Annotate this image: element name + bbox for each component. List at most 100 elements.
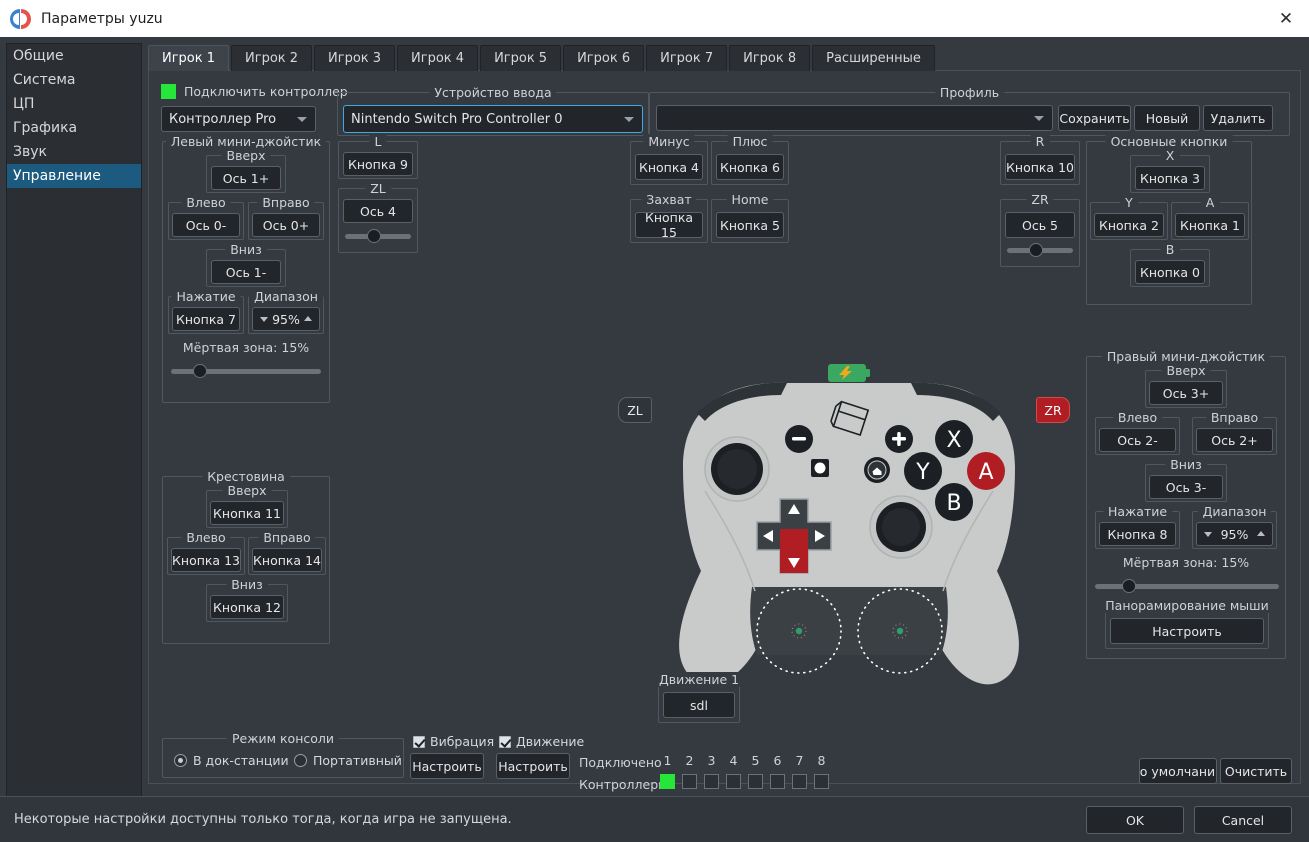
sidebar-item-system[interactable]: Система bbox=[7, 68, 141, 92]
profile-save-button[interactable]: Сохранить bbox=[1058, 105, 1131, 131]
zl-button[interactable]: Ось 4 bbox=[343, 199, 413, 223]
motion-label: Движение bbox=[516, 734, 585, 749]
left-stick-left-label: Влево bbox=[181, 195, 231, 210]
face-y-label: Y bbox=[1120, 195, 1138, 210]
left-stick-left-button[interactable]: Ось 0- bbox=[172, 213, 240, 237]
settings-category-list[interactable]: Общие Система ЦП Графика Звук Управление bbox=[6, 43, 142, 798]
dpad-left-label: Влево bbox=[181, 530, 231, 545]
vibration-configure-button[interactable]: Настроить bbox=[410, 753, 484, 779]
zr-threshold-slider[interactable] bbox=[1007, 243, 1073, 257]
left-stick-range-value: 95% bbox=[272, 311, 300, 327]
right-stick-down-button[interactable]: Ось 3- bbox=[1149, 475, 1223, 499]
face-x-button[interactable]: Кнопка 3 bbox=[1135, 166, 1205, 190]
left-stick-group: Левый мини-джойстик Вверх Ось 1+ Влево О… bbox=[162, 134, 330, 403]
mouse-pan-configure-button[interactable]: Настроить bbox=[1110, 618, 1264, 644]
spin-up-icon[interactable] bbox=[304, 316, 312, 321]
left-stick-deadzone-slider[interactable] bbox=[171, 364, 321, 378]
tab-player-4[interactable]: Игрок 4 bbox=[397, 45, 479, 71]
console-mode-docked-label: В док-станции bbox=[193, 753, 289, 768]
left-stick-press-button[interactable]: Кнопка 7 bbox=[172, 307, 240, 331]
right-stick-left-button[interactable]: Ось 2- bbox=[1099, 428, 1176, 452]
port-indicator-8[interactable] bbox=[814, 774, 829, 789]
controller-connected-indicator[interactable] bbox=[161, 84, 176, 99]
right-stick-deadzone-slider[interactable] bbox=[1095, 579, 1279, 593]
controller-type-combo[interactable]: Контроллер Pro bbox=[161, 106, 316, 132]
tab-player-2[interactable]: Игрок 2 bbox=[231, 45, 313, 71]
face-y-button[interactable]: Кнопка 2 bbox=[1094, 213, 1164, 237]
close-icon[interactable]: ✕ bbox=[1263, 0, 1309, 37]
ok-button[interactable]: OK bbox=[1086, 806, 1184, 834]
tab-player-1[interactable]: Игрок 1 bbox=[148, 45, 230, 71]
pad-zr-overlay-label: ZR bbox=[1036, 397, 1070, 423]
sidebar-item-controls[interactable]: Управление bbox=[7, 164, 141, 188]
vibration-checkbox[interactable]: Вибрация bbox=[413, 734, 494, 749]
port-number-1: 1 bbox=[663, 753, 672, 768]
mouse-pan-label: Панорамирование мыши bbox=[1100, 598, 1274, 613]
face-x-label: X bbox=[1160, 148, 1180, 163]
tab-player-6[interactable]: Игрок 6 bbox=[563, 45, 645, 71]
input-device-combo[interactable]: Nintendo Switch Pro Controller 0 bbox=[343, 105, 643, 133]
left-stick-press-label: Нажатие bbox=[171, 289, 241, 304]
tab-advanced[interactable]: Расширенные bbox=[812, 45, 935, 71]
left-stick-up-button[interactable]: Ось 1+ bbox=[211, 166, 281, 190]
profile-combo[interactable] bbox=[656, 105, 1053, 131]
sidebar-item-general[interactable]: Общие bbox=[7, 44, 141, 68]
clear-all-button[interactable]: Очистить bbox=[1220, 758, 1292, 784]
home-button[interactable]: Кнопка 5 bbox=[716, 212, 784, 238]
pad-face-y-glyph: Y bbox=[915, 460, 930, 485]
profile-new-button[interactable]: Новый bbox=[1134, 105, 1200, 131]
spin-down-icon[interactable] bbox=[1204, 532, 1212, 537]
port-number-7: 7 bbox=[795, 753, 804, 768]
tab-player-3[interactable]: Игрок 3 bbox=[314, 45, 396, 71]
console-mode-docked-radio[interactable]: В док-станции bbox=[174, 753, 289, 768]
dpad-down-button[interactable]: Кнопка 12 bbox=[210, 595, 284, 619]
sidebar-item-graphics[interactable]: Графика bbox=[7, 116, 141, 140]
console-mode-handheld-radio[interactable]: Портативный bbox=[294, 753, 402, 768]
port-indicator-2[interactable] bbox=[682, 774, 697, 789]
sidebar-item-audio[interactable]: Звук bbox=[7, 140, 141, 164]
face-b-button[interactable]: Кнопка 0 bbox=[1135, 260, 1205, 284]
player-tabs[interactable]: Игрок 1 Игрок 2 Игрок 3 Игрок 4 Игрок 5 … bbox=[148, 43, 1301, 71]
tab-player-5[interactable]: Игрок 5 bbox=[480, 45, 562, 71]
right-stick-press-button[interactable]: Кнопка 8 bbox=[1099, 522, 1176, 546]
plus-button[interactable]: Кнопка 6 bbox=[716, 154, 784, 180]
right-stick-right-button[interactable]: Ось 2+ bbox=[1196, 428, 1273, 452]
l-button[interactable]: Кнопка 9 bbox=[343, 152, 413, 176]
spin-down-icon[interactable] bbox=[260, 317, 268, 322]
dpad-up-button[interactable]: Кнопка 11 bbox=[210, 501, 284, 525]
console-mode-handheld-label: Портативный bbox=[313, 753, 402, 768]
right-stick-up-button[interactable]: Ось 3+ bbox=[1149, 381, 1223, 405]
pad-zl-overlay-label: ZL bbox=[618, 397, 652, 423]
restore-defaults-button[interactable]: По умолчанию bbox=[1139, 758, 1217, 784]
port-indicator-1[interactable] bbox=[660, 774, 675, 789]
dpad-right-button[interactable]: Кнопка 14 bbox=[252, 548, 322, 572]
profile-delete-button[interactable]: Удалить bbox=[1203, 105, 1273, 131]
capture-button[interactable]: Кнопка 15 bbox=[635, 210, 703, 240]
port-indicator-6[interactable] bbox=[770, 774, 785, 789]
port-indicator-5[interactable] bbox=[748, 774, 763, 789]
left-stick-down-button[interactable]: Ось 1- bbox=[211, 260, 281, 284]
right-stick-range-spinbox[interactable]: 95% bbox=[1196, 522, 1273, 546]
tab-player-7[interactable]: Игрок 7 bbox=[646, 45, 728, 71]
port-indicator-4[interactable] bbox=[726, 774, 741, 789]
sidebar-item-cpu[interactable]: ЦП bbox=[7, 92, 141, 116]
left-stick-range-spinbox[interactable]: 95% bbox=[252, 307, 320, 331]
zr-button[interactable]: Ось 5 bbox=[1005, 212, 1075, 238]
spin-up-icon[interactable] bbox=[1257, 531, 1265, 536]
face-a-button[interactable]: Кнопка 1 bbox=[1175, 213, 1245, 237]
port-number-6: 6 bbox=[773, 753, 782, 768]
motion-configure-button[interactable]: Настроить bbox=[496, 753, 570, 779]
r-button[interactable]: Кнопка 10 bbox=[1005, 154, 1075, 180]
face-a-label: A bbox=[1200, 195, 1220, 210]
dpad-left-button[interactable]: Кнопка 13 bbox=[171, 548, 241, 572]
port-indicator-3[interactable] bbox=[704, 774, 719, 789]
motion-1-button[interactable]: sdl bbox=[663, 692, 735, 718]
motion-checkbox[interactable]: Движение bbox=[499, 734, 584, 749]
zl-threshold-slider[interactable] bbox=[345, 229, 411, 243]
left-stick-right-button[interactable]: Ось 0+ bbox=[252, 213, 320, 237]
port-indicator-7[interactable] bbox=[792, 774, 807, 789]
minus-button[interactable]: Кнопка 4 bbox=[635, 154, 703, 180]
profile-group-title: Профиль bbox=[934, 85, 1005, 100]
tab-player-8[interactable]: Игрок 8 bbox=[729, 45, 811, 71]
cancel-button[interactable]: Cancel bbox=[1194, 806, 1292, 834]
